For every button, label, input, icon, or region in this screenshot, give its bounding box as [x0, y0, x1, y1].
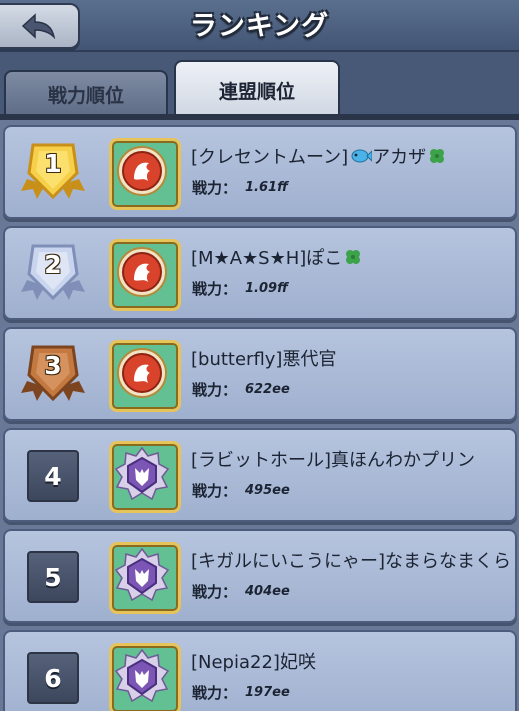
power-label: 戦力： [192, 179, 238, 197]
alliance-name: [M★A★S★H]ぽこ [191, 244, 362, 271]
power-label: 戦力： [192, 482, 238, 500]
alliance-name: [butterfly]悪代官 [191, 345, 336, 371]
rank-number: 1 [44, 149, 62, 178]
lion-emblem-icon [109, 138, 181, 210]
alliance-tag-name: [ラビットホール]真ほんわかプリン [191, 450, 476, 471]
gold-medal-icon: 1 [19, 139, 87, 207]
top-bar: ランキング [0, 0, 519, 52]
power-label: 戦力： [192, 381, 238, 399]
wolf-emblem-icon [109, 441, 181, 513]
alliance-tag-name: [キガルにいこうにゃー]なまらなまくら [191, 551, 512, 572]
alliance-tag-name: [クレセントムーン] [191, 147, 349, 168]
alliance-tag-name: [Nepia22]妃咲 [191, 652, 316, 673]
alliance-name: [クレセントムーン] アカザ [191, 143, 446, 170]
lion-emblem-icon [109, 340, 181, 412]
tab-bar: 戦力順位 連盟順位 [0, 52, 519, 118]
lion-emblem-icon [109, 239, 181, 311]
wolf-emblem-icon [109, 643, 181, 711]
tab-alliance-ranking[interactable]: 連盟順位 [174, 60, 340, 118]
alliance-name: [キガルにいこうにゃー]なまらなまくら [191, 547, 511, 573]
rank-number: 6 [27, 652, 79, 704]
power-label: 戦力： [192, 684, 238, 702]
alliance-name: [ラビットホール]真ほんわかプリン [191, 446, 475, 472]
ranking-row[interactable]: 4 [ラビットホール]真ほんわかプリン 戦力： 495ee [3, 428, 517, 522]
ranking-row[interactable]: 2 [M★A★S★H]ぽこ 戦力： 1.09ff [3, 226, 517, 320]
ranking-row[interactable]: 3 [butterfly]悪代官 戦力： 622ee [3, 327, 517, 421]
alliance-name: [Nepia22]妃咲 [191, 648, 316, 674]
fish-icon [350, 148, 373, 169]
power-value: 1.61ff [245, 180, 288, 195]
wolf-emblem-icon [109, 542, 181, 614]
silver-medal-icon: 2 [19, 240, 87, 308]
power-value: 197ee [245, 685, 290, 700]
ranking-row[interactable]: 6 [Nepia22]妃咲 戦力： 197ee [3, 630, 517, 711]
ranking-list[interactable]: 1 [クレセントムーン] アカザ戦力： 1.61ff 2 [M★A★S★H]ぽこ 戦力： 1.… [0, 120, 519, 711]
power-value: 495ee [245, 483, 290, 498]
power-value: 404ee [245, 584, 290, 599]
power-value: 622ee [245, 382, 290, 397]
clover-icon [428, 147, 446, 170]
clover-icon [344, 248, 362, 271]
rank-number: 3 [44, 351, 62, 380]
rank-number: 4 [27, 450, 79, 502]
power-label: 戦力： [192, 583, 238, 601]
rank-number: 5 [27, 551, 79, 603]
power-value: 1.09ff [245, 281, 288, 296]
member-name: アカザ [372, 147, 427, 168]
power-label: 戦力： [192, 280, 238, 298]
ranking-row[interactable]: 5 [キガルにいこうにゃー]なまらなまくら 戦力： 404ee [3, 529, 517, 623]
alliance-tag-name: [butterfly]悪代官 [191, 349, 337, 370]
bronze-medal-icon: 3 [19, 341, 87, 409]
tab-power-ranking[interactable]: 戦力順位 [4, 70, 168, 116]
ranking-row[interactable]: 1 [クレセントムーン] アカザ戦力： 1.61ff [3, 125, 517, 219]
rank-number: 2 [44, 250, 62, 279]
page-title: ランキング [189, 11, 330, 42]
alliance-tag-name: [M★A★S★H]ぽこ [191, 248, 343, 269]
